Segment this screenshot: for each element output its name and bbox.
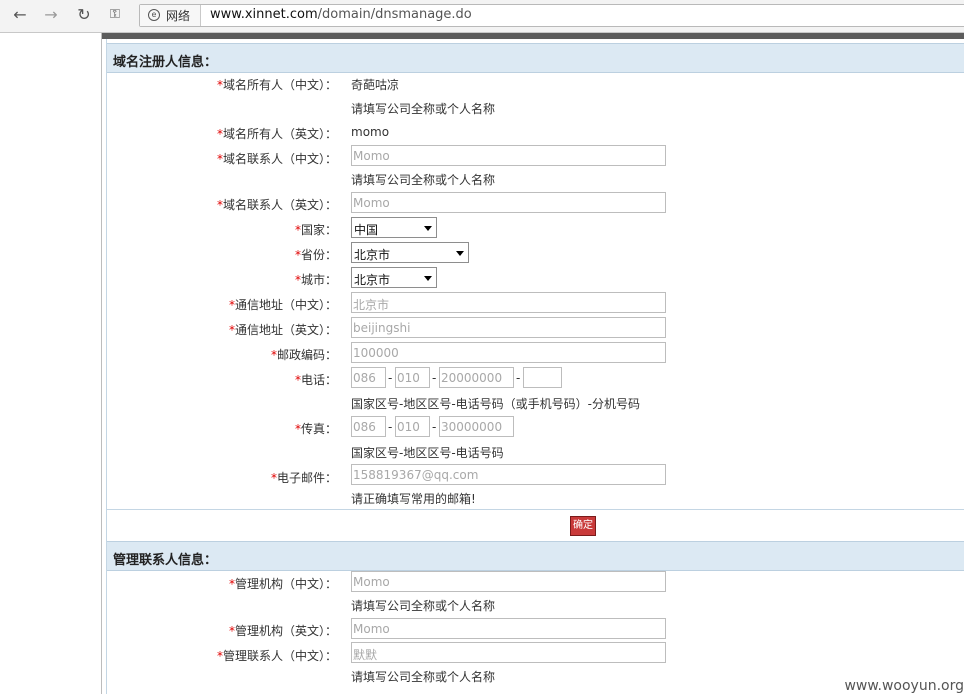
phone-ext-input[interactable] <box>523 367 562 388</box>
form-area: 域名注册人信息： *域名所有人（中文）： 奇葩咕凉 请填写公司全称或个人名称 *… <box>106 39 964 694</box>
owner-cn-hint: 请填写公司全称或个人名称 <box>351 102 496 116</box>
admin-contact-cn-input[interactable]: 默默 <box>351 642 666 663</box>
separator: - <box>432 420 437 434</box>
postcode-label: *邮政编码： <box>270 348 337 362</box>
separator: - <box>388 371 393 385</box>
admin-section-title: 管理联系人信息： <box>113 553 218 568</box>
owner-en-label: *域名所有人（英文）： <box>216 127 337 141</box>
country-select[interactable]: 中国 <box>351 217 437 238</box>
forward-arrow-icon[interactable]: → <box>41 5 61 25</box>
admin-org-cn-label: *管理机构（中文）： <box>228 577 337 591</box>
province-label: *省份： <box>294 248 337 262</box>
confirm-button[interactable]: 确定 <box>570 516 596 536</box>
admin-org-en-label: *管理机构（英文）： <box>228 624 337 638</box>
separator: - <box>388 420 393 434</box>
address-cn-input[interactable]: 北京市 <box>351 292 666 313</box>
network-label: 网络 <box>166 9 191 23</box>
url-host: www.xinnet.com <box>210 7 318 22</box>
key-icon[interactable]: ⚿ <box>105 5 125 25</box>
globe-icon: e <box>148 9 160 21</box>
fax-label: *传真： <box>294 422 337 436</box>
phone-number-input[interactable]: 20000000 <box>439 367 514 388</box>
separator: - <box>516 371 521 385</box>
owner-en-value: momo <box>351 125 390 139</box>
chevron-down-icon <box>424 226 432 231</box>
network-indicator[interactable]: e 网络 <box>140 5 201 26</box>
email-label: *电子邮件： <box>270 471 337 485</box>
phone-country-input[interactable]: 086 <box>351 367 386 388</box>
phone-area-input[interactable]: 010 <box>395 367 430 388</box>
fax-area-input[interactable]: 010 <box>395 416 430 437</box>
address-cn-label: *通信地址（中文）： <box>228 298 337 312</box>
country-label: *国家： <box>294 223 337 237</box>
admin-contact-cn-label: *管理联系人（中文）： <box>216 649 337 663</box>
admin-org-cn-input[interactable]: Momo <box>351 571 666 592</box>
owner-cn-label: *域名所有人（中文）： <box>216 78 337 92</box>
separator: - <box>432 371 437 385</box>
owner-cn-value: 奇葩咕凉 <box>351 78 400 92</box>
left-margin <box>0 33 102 694</box>
postcode-input[interactable]: 100000 <box>351 342 666 363</box>
browser-toolbar: ← → ↻ ⚿ e 网络 www.xinnet.com/domain/dnsma… <box>0 0 964 33</box>
city-label: *城市： <box>294 273 337 287</box>
contact-cn-hint: 请填写公司全称或个人名称 <box>351 173 496 187</box>
address-en-input[interactable]: beijingshi <box>351 317 666 338</box>
admin-section-header: 管理联系人信息： <box>107 541 964 571</box>
address-bar[interactable]: e 网络 www.xinnet.com/domain/dnsmanage.do <box>139 4 964 27</box>
registrant-section-header: 域名注册人信息： <box>107 43 964 73</box>
contact-cn-input[interactable]: Momo <box>351 145 666 166</box>
admin-org-en-input[interactable]: Momo <box>351 618 666 639</box>
email-input[interactable]: 158819367@qq.com <box>351 464 666 485</box>
url-text[interactable]: www.xinnet.com/domain/dnsmanage.do <box>210 7 472 22</box>
province-select[interactable]: 北京市 <box>351 242 469 263</box>
fax-country-input[interactable]: 086 <box>351 416 386 437</box>
admin-org-cn-hint: 请填写公司全称或个人名称 <box>351 599 496 613</box>
phone-label: *电话： <box>294 373 337 387</box>
contact-en-label: *域名联系人（英文）： <box>216 198 337 212</box>
admin-contact-cn-hint: 请填写公司全称或个人名称 <box>351 670 496 684</box>
address-en-label: *通信地址（英文）： <box>228 323 337 337</box>
watermark-text: www.wooyun.org <box>844 678 964 694</box>
contact-en-input[interactable]: Momo <box>351 192 666 213</box>
phone-hint: 国家区号-地区区号-电话号码（或手机号码）-分机号码 <box>351 397 640 411</box>
chevron-down-icon <box>456 251 464 256</box>
reload-icon[interactable]: ↻ <box>74 5 94 25</box>
registrant-section-title: 域名注册人信息： <box>113 55 218 70</box>
city-select[interactable]: 北京市 <box>351 267 437 288</box>
divider <box>107 509 964 510</box>
fax-hint: 国家区号-地区区号-电话号码 <box>351 446 504 460</box>
email-hint: 请正确填写常用的邮箱! <box>351 492 476 506</box>
chevron-down-icon <box>424 276 432 281</box>
url-path: /domain/dnsmanage.do <box>317 7 472 22</box>
back-arrow-icon[interactable]: ← <box>10 5 30 25</box>
contact-cn-label: *域名联系人（中文）： <box>216 152 337 166</box>
fax-number-input[interactable]: 30000000 <box>439 416 514 437</box>
